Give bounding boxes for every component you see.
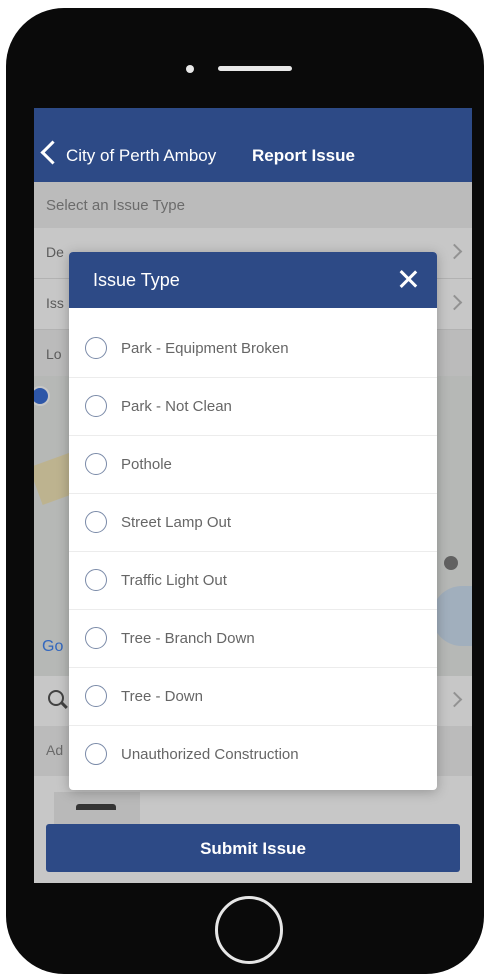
home-button[interactable] (215, 896, 283, 964)
issue-option[interactable]: Tree - Down (69, 668, 437, 726)
issue-option-label: Unauthorized Construction (121, 746, 299, 763)
back-chevron-icon[interactable] (40, 140, 65, 165)
navigation-bar: City of Perth Amboy Report Issue (34, 108, 472, 182)
camera-dot (186, 65, 194, 73)
issue-type-modal: Issue Type Park - Equipment Broken Park … (69, 252, 437, 790)
issue-type-options: Park - Equipment Broken Park - Not Clean… (69, 320, 437, 784)
issue-option[interactable]: Pothole (69, 436, 437, 494)
issue-option[interactable]: Park - Not Clean (69, 378, 437, 436)
page-title: Report Issue (252, 146, 355, 165)
radio-button[interactable] (85, 511, 107, 533)
issue-option-label: Street Lamp Out (121, 514, 232, 531)
radio-button[interactable] (85, 685, 107, 707)
issue-option-label: Park - Not Clean (121, 398, 232, 415)
back-button[interactable]: City of Perth Amboy (66, 146, 216, 166)
radio-button[interactable] (85, 569, 107, 591)
modal-header: Issue Type (69, 252, 437, 308)
issue-option[interactable]: Unauthorized Construction (69, 726, 437, 784)
issue-option[interactable]: Tree - Branch Down (69, 610, 437, 668)
app-screen: City of Perth Amboy Report Issue Select … (34, 108, 472, 883)
issue-option[interactable]: Street Lamp Out (69, 494, 437, 552)
radio-button[interactable] (85, 337, 107, 359)
submit-issue-button[interactable]: Submit Issue (46, 824, 460, 872)
issue-option-label: Traffic Light Out (121, 572, 227, 589)
issue-option[interactable]: Traffic Light Out (69, 552, 437, 610)
radio-button[interactable] (85, 395, 107, 417)
issue-option-label: Park - Equipment Broken (121, 340, 289, 357)
issue-option[interactable]: Park - Equipment Broken (69, 320, 437, 378)
radio-button[interactable] (85, 743, 107, 765)
phone-frame: City of Perth Amboy Report Issue Select … (6, 8, 484, 974)
radio-button[interactable] (85, 453, 107, 475)
issue-option-label: Tree - Down (121, 688, 203, 705)
modal-title: Issue Type (93, 270, 180, 290)
radio-button[interactable] (85, 627, 107, 649)
issue-option-label: Tree - Branch Down (121, 630, 255, 647)
issue-option-label: Pothole (121, 456, 172, 473)
close-icon[interactable] (397, 268, 419, 290)
speaker-grille (218, 66, 292, 71)
